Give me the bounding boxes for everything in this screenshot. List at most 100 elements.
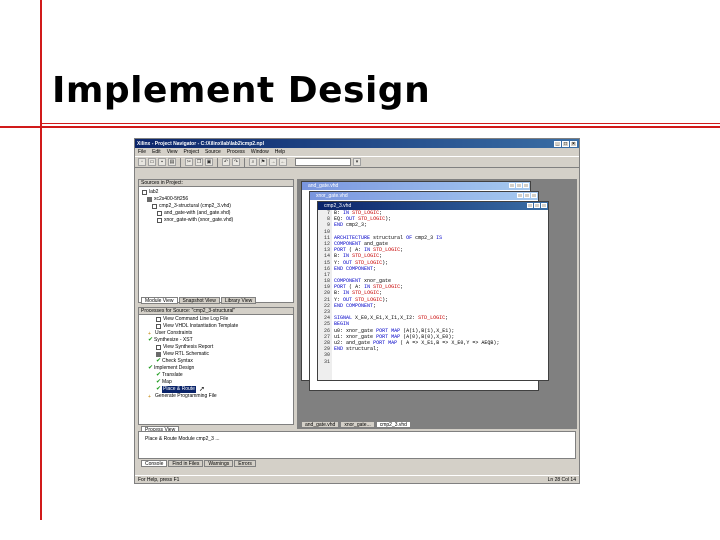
slide-accent-vertical-line <box>40 0 42 520</box>
search-combo[interactable] <box>295 158 351 166</box>
minimize-icon[interactable] <box>527 203 533 208</box>
document-tabs: and_gate.vhd xnor_gate... cmp2_3.vhd <box>301 421 411 428</box>
sources-panel: Sources in Project: lab2 xc2s400-5ft256 … <box>138 179 294 303</box>
menu-edit[interactable]: Edit <box>152 149 161 155</box>
tab-errors[interactable]: Errors <box>234 460 256 467</box>
toolbar-separator <box>180 157 181 167</box>
source-item-and-gate[interactable]: and_gate-with (and_gate.vhd) <box>142 210 290 217</box>
mouse-cursor-icon: ➚ <box>198 386 205 393</box>
paste-icon[interactable]: ▣ <box>205 158 213 166</box>
expand-icon[interactable]: + <box>148 394 153 400</box>
processes-header: Processes for Source: "cmp2_3-structural… <box>139 308 293 315</box>
document-icon <box>156 345 161 350</box>
source-item-top[interactable]: cmp2_3-structural (cmp2_3.vhd) <box>142 203 290 210</box>
folder-icon <box>142 190 147 195</box>
process-item[interactable]: View VHDL Instantiation Template <box>142 323 290 330</box>
process-item[interactable]: + User Constraints <box>142 330 290 337</box>
slide-accent-horizontal-line <box>0 126 720 128</box>
window-title: Xilinx - Project Navigator - C:\Xilinx\l… <box>137 140 264 147</box>
sources-header: Sources in Project: <box>139 180 293 187</box>
tab-module-view[interactable]: Module View <box>141 297 178 304</box>
document-icon <box>156 317 161 322</box>
vhdl-icon <box>152 204 157 209</box>
save-icon[interactable]: ▪ <box>158 158 166 166</box>
maximize-icon[interactable] <box>534 203 540 208</box>
tab-snapshot-view[interactable]: Snapshot View <box>178 297 220 304</box>
tab-warnings[interactable]: Warnings <box>204 460 234 467</box>
processes-panel: Processes for Source: "cmp2_3-structural… <box>138 307 294 425</box>
tab-cmp2-3[interactable]: cmp2_3.vhd <box>375 421 411 428</box>
tab-and-gate[interactable]: and_gate.vhd <box>301 421 340 428</box>
process-item[interactable]: ✔ Synthesize - XST <box>142 337 290 344</box>
sources-tabs: Module View Snapshot View Library View <box>141 297 257 304</box>
menu-window[interactable]: Window <box>251 149 269 155</box>
vhdl-icon <box>157 211 162 216</box>
print-icon[interactable]: ▤ <box>168 158 176 166</box>
editor-window-front[interactable]: cmp2_3.vhd 7 8 9 10 11 12 13 14 15 16 17 18 19 20 21 22… <box>317 201 549 381</box>
new-icon[interactable]: ▫ <box>138 158 146 166</box>
find-next-icon[interactable]: ▾ <box>353 158 361 166</box>
source-item-device[interactable]: xc2s400-5ft256 <box>142 196 290 203</box>
console-text: Place & Route Module cmp2_3 ... <box>145 436 220 442</box>
close-icon[interactable] <box>541 203 547 208</box>
source-item-xnor-gate[interactable]: xnor_gate-with (xnor_gate.vhd) <box>142 217 290 224</box>
editor-area: and_gate.vhd xnor_gate.vhd cmp2_3.vhd 78… <box>297 179 577 429</box>
console-panel[interactable]: Place & Route Module cmp2_3 ... <box>138 431 576 459</box>
tab-xnor-gate[interactable]: xnor_gate... <box>340 421 375 428</box>
menu-project[interactable]: Project <box>183 149 199 155</box>
bookmark-icon[interactable]: ⚑ <box>259 158 267 166</box>
slide-accent-horizontal-line-thin <box>40 123 720 124</box>
outdent-icon[interactable]: ← <box>279 158 287 166</box>
line-number: 31 <box>323 358 330 365</box>
document-icon <box>156 324 161 329</box>
toolbar-separator <box>244 157 245 167</box>
status-help-text: For Help, press F1 <box>138 477 180 483</box>
tab-find-in-files[interactable]: Find in Files <box>168 460 204 467</box>
close-icon[interactable]: × <box>570 140 577 147</box>
process-item[interactable]: View Synthesis Report <box>142 344 290 351</box>
expand-icon[interactable]: + <box>148 331 153 337</box>
indent-icon[interactable]: → <box>269 158 277 166</box>
menu-process[interactable]: Process <box>227 149 245 155</box>
menu-view[interactable]: View <box>167 149 178 155</box>
status-bar: For Help, press F1 Ln 28 Col 14 <box>135 475 579 483</box>
menu-bar: File Edit View Project Source Process Wi… <box>135 148 579 156</box>
chip-icon <box>147 197 152 202</box>
status-cursor-position: Ln 28 Col 14 <box>547 477 576 483</box>
vhdl-icon <box>157 218 162 223</box>
tab-console[interactable]: Console <box>141 460 168 467</box>
process-item[interactable]: ✔ Check Syntax <box>142 358 290 365</box>
editor-middle-title: xnor_gate.vhd <box>316 193 348 199</box>
process-item[interactable]: ✔ Map <box>142 379 290 386</box>
toolbar-separator <box>217 157 218 167</box>
window-titlebar: Xilinx - Project Navigator - C:\Xilinx\l… <box>135 139 579 148</box>
tab-library-view[interactable]: Library View <box>220 297 257 304</box>
minimize-icon[interactable]: _ <box>554 140 561 147</box>
find-icon[interactable]: ⌕ <box>249 158 257 166</box>
process-item[interactable]: + Generate Programming File <box>142 393 290 400</box>
process-item[interactable]: ✔ Translate <box>142 372 290 379</box>
menu-help[interactable]: Help <box>275 149 285 155</box>
copy-icon[interactable]: ❐ <box>195 158 203 166</box>
redo-icon[interactable]: ↷ <box>232 158 240 166</box>
open-icon[interactable]: ▭ <box>148 158 156 166</box>
process-item-selected[interactable]: ✔ Place & Route ➚ <box>142 386 290 393</box>
editor-front-title: cmp2_3.vhd <box>324 203 352 209</box>
maximize-icon[interactable]: □ <box>562 140 569 147</box>
project-navigator-window: Xilinx - Project Navigator - C:\Xilinx\l… <box>134 138 580 484</box>
slide-title: Implement Design <box>52 70 431 111</box>
process-item[interactable]: ✔ Implement Design <box>142 365 290 372</box>
undo-icon[interactable]: ↶ <box>222 158 230 166</box>
source-item-project[interactable]: lab2 <box>142 189 290 196</box>
process-item[interactable]: View RTL Schematic <box>142 351 290 358</box>
cut-icon[interactable]: ✂ <box>185 158 193 166</box>
code-text[interactable]: B: IN STD_LOGIC; EQ: OUT STD_LOGIC); END … <box>334 210 548 380</box>
toolbar: ▫ ▭ ▪ ▤ ✂ ❐ ▣ ↶ ↷ ⌕ ⚑ → ← ▾ <box>135 156 579 168</box>
line-number-gutter: 7 8 9 10 11 12 13 14 15 16 17 18 19 20 21 22 23 24 25 26 27 2… <box>318 210 332 380</box>
console-tabs: Console Find in Files Warnings Errors <box>141 460 256 467</box>
menu-file[interactable]: File <box>138 149 146 155</box>
menu-source[interactable]: Source <box>205 149 221 155</box>
process-item[interactable]: View Command Line Log File <box>142 316 290 323</box>
editor-back-title: and_gate.vhd <box>308 183 339 189</box>
